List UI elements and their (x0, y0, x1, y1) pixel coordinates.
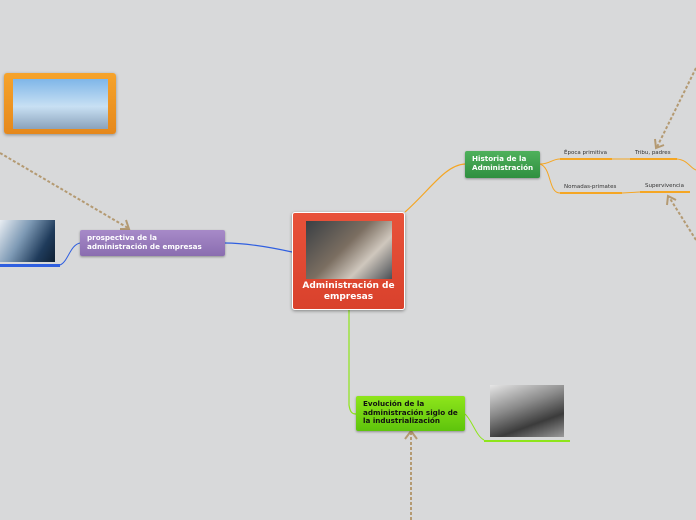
link-supervivencia (621, 191, 641, 194)
subtopic-tribu[interactable]: Tribu, padres (635, 150, 671, 156)
link-tribu-out (676, 158, 696, 171)
subtopic-supervivencia-underline (640, 191, 690, 193)
business-meeting-photo-icon (306, 221, 392, 279)
subtopic-nomadas[interactable]: Nomadas-primates (564, 184, 616, 190)
central-title: Administración de empresas (302, 281, 395, 302)
link-epoca (539, 158, 561, 165)
relation-arrow-top (0, 152, 129, 229)
business-people-crowd-photo-icon[interactable] (4, 73, 116, 134)
crowd-photo (13, 79, 108, 129)
topic-historia[interactable]: Historia de la Administración (465, 151, 540, 178)
relation-arrow-right-top (656, 67, 696, 148)
subtopic-nomadas-underline (560, 192, 622, 194)
relation-arrow-right-bottom (668, 196, 696, 241)
image-underline (0, 264, 60, 267)
link-prospectiva-img (59, 242, 81, 266)
link-evolucion-img (464, 413, 485, 441)
subtopic-supervivencia[interactable]: Supervivencia (645, 183, 684, 189)
chess-pieces-photo-icon[interactable] (0, 220, 55, 262)
factory-workers-photo-icon[interactable] (490, 385, 564, 437)
link-historia (404, 163, 466, 213)
central-topic[interactable]: Administración de empresas (292, 212, 405, 310)
topic-evolucion[interactable]: Evolución de la administración siglo de … (356, 396, 465, 431)
link-evolucion (348, 310, 357, 415)
image-underline (484, 440, 570, 442)
subtopic-tribu-underline (630, 158, 677, 160)
link-prospectiva (224, 242, 293, 253)
topic-prospectiva[interactable]: prospectiva de la administración de empr… (80, 230, 225, 256)
link-nomadas (539, 163, 561, 194)
subtopic-epoca[interactable]: Época primitiva (564, 150, 607, 156)
subtopic-epoca-underline (560, 158, 612, 160)
